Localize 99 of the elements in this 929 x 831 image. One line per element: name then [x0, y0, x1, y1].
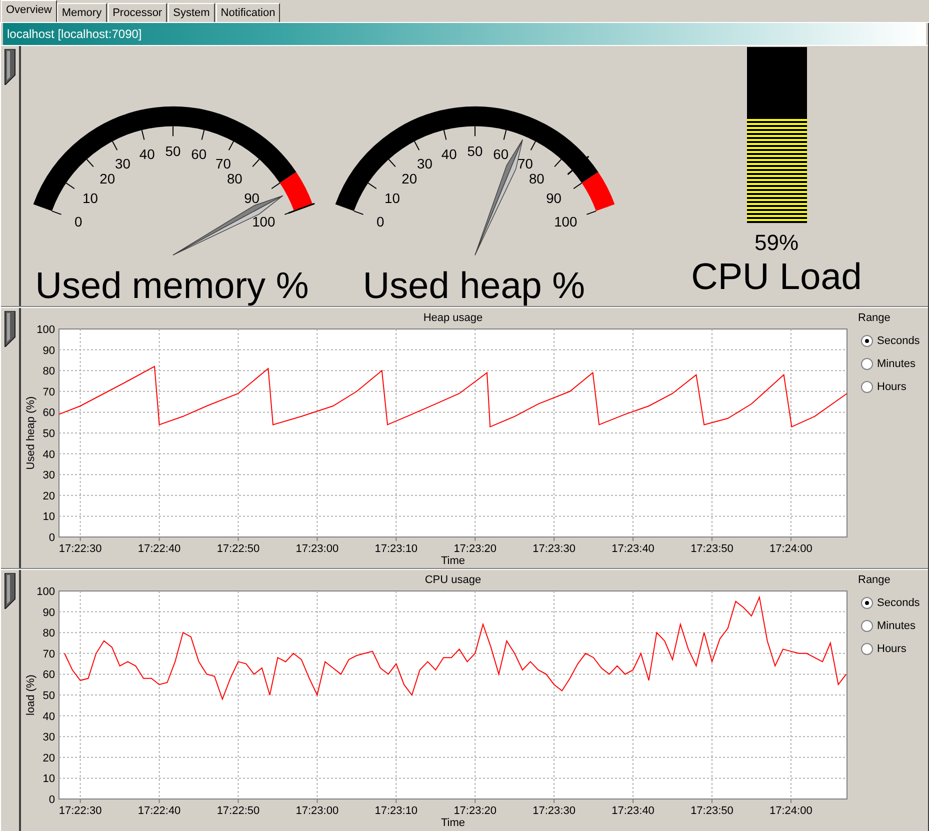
gauge-tick-label: 100	[252, 213, 276, 230]
chart-title: CPU usage	[424, 574, 482, 586]
gauge-tick-label: 30	[115, 156, 130, 172]
y-tick-label: 10	[42, 511, 55, 524]
range-label: Range	[857, 312, 892, 324]
gauge-tick-label: 80	[226, 170, 242, 186]
gauge-tick-label: 20	[100, 170, 116, 186]
radio-button[interactable]	[861, 358, 873, 370]
y-axis-title: Used heap (%)	[25, 396, 37, 470]
splitter-handle[interactable]	[4, 573, 16, 609]
y-tick-label: 10	[42, 773, 55, 786]
gauge-tick-label: 70	[518, 156, 533, 172]
gauge-tick-label: 40	[139, 146, 155, 162]
x-axis-title: Time	[440, 817, 466, 828]
radio-label[interactable]: Hours	[877, 642, 906, 654]
tab[interactable]: Overview	[1, 0, 57, 22]
radio-button[interactable]	[861, 642, 873, 654]
y-axis-title: load (%)	[25, 674, 37, 716]
x-tick-label: 17:23:10	[374, 805, 418, 817]
gauge-tick-label: 100	[554, 213, 578, 230]
y-tick-label: 0	[48, 794, 55, 806]
x-tick-label: 17:23:00	[296, 805, 339, 817]
gauge-tick-label: 40	[441, 146, 457, 162]
gauge-title: Used memory %	[35, 266, 309, 306]
x-tick-label: 17:23:30	[532, 543, 576, 555]
y-tick-label: 30	[42, 732, 55, 744]
x-tick-label: 17:22:30	[58, 543, 102, 555]
x-tick-label: 17:24:00	[770, 543, 812, 555]
x-tick-label: 17:23:40	[612, 543, 654, 555]
gauge-tick-label: 90	[546, 190, 562, 206]
radio-label[interactable]: Minutes	[877, 358, 916, 370]
tab[interactable]: Memory	[56, 3, 107, 22]
gauge-tick-label: 0	[376, 213, 384, 230]
radio-button[interactable]	[861, 380, 873, 392]
y-tick-label: 60	[42, 669, 55, 682]
tab[interactable]: System	[168, 3, 215, 22]
x-tick-label: 17:23:10	[374, 543, 418, 555]
gauge-tick-label: 20	[402, 170, 418, 186]
gauge-tick-label: 50	[467, 143, 483, 159]
cpu-load-reading: 59%	[754, 229, 799, 257]
x-tick-label: 17:24:00	[770, 805, 812, 817]
x-tick-label: 17:23:00	[296, 543, 339, 555]
gauge-tick-label: 50	[165, 143, 181, 159]
gauge-warning-zone	[280, 172, 313, 212]
x-tick-label: 17:22:30	[58, 805, 102, 817]
x-tick-label: 17:23:20	[454, 805, 497, 817]
y-tick-label: 70	[42, 648, 55, 660]
gauge-tick-label: 30	[417, 156, 432, 172]
radio-label[interactable]: Hours	[877, 380, 906, 392]
y-tick-label: 20	[42, 752, 55, 764]
y-tick-label: 40	[42, 710, 55, 723]
y-tick-label: 80	[42, 366, 55, 378]
radio-button[interactable]	[861, 620, 873, 632]
tab[interactable]: Notification	[216, 3, 280, 22]
x-tick-label: 17:22:50	[216, 805, 260, 817]
x-tick-label: 17:22:40	[138, 805, 181, 817]
gauge-tick-label: 10	[384, 190, 400, 206]
connection-title-bar: localhost [localhost:7090]	[3, 23, 926, 45]
y-tick-label: 90	[42, 606, 55, 619]
tab[interactable]: Processor	[108, 3, 168, 22]
y-tick-label: 30	[42, 470, 55, 482]
gauge-tick-label: 10	[82, 190, 98, 206]
chart-title: Heap usage	[423, 312, 483, 324]
gauge-tick-label: 0	[74, 213, 82, 230]
y-tick-label: 100	[36, 324, 55, 336]
range-label: Range	[857, 574, 892, 586]
gauge-tick-label: 90	[244, 190, 260, 206]
radio-label[interactable]: Seconds	[877, 596, 920, 608]
x-tick-label: 17:22:50	[216, 543, 260, 555]
y-tick-label: 50	[42, 690, 55, 702]
y-tick-label: 90	[42, 344, 55, 357]
gauge-tick-label: 70	[216, 156, 231, 172]
x-tick-label: 17:23:50	[690, 805, 734, 817]
x-tick-label: 17:23:40	[612, 805, 654, 817]
x-tick-label: 17:23:20	[454, 543, 497, 555]
radio-button[interactable]	[861, 334, 873, 346]
y-tick-label: 40	[42, 448, 55, 461]
radio-label[interactable]: Minutes	[877, 620, 916, 632]
gauge-title: Used heap %	[362, 266, 586, 306]
cpu-load-title: CPU Load	[691, 257, 862, 297]
y-tick-label: 80	[42, 628, 55, 640]
y-tick-label: 20	[42, 490, 55, 502]
splitter-handle[interactable]	[4, 49, 16, 85]
gauge-tick-label: 60	[493, 146, 509, 162]
splitter-handle[interactable]	[4, 311, 16, 347]
gauge-warning-zone	[582, 172, 615, 212]
y-tick-label: 70	[42, 386, 55, 398]
y-tick-label: 50	[42, 428, 55, 440]
x-tick-label: 17:22:40	[138, 543, 181, 555]
x-tick-label: 17:23:50	[690, 543, 734, 555]
gauge-tick-label: 80	[528, 170, 544, 186]
x-tick-label: 17:23:30	[532, 805, 576, 817]
y-tick-label: 100	[36, 586, 55, 598]
y-tick-label: 60	[42, 407, 55, 420]
y-tick-label: 0	[48, 532, 55, 544]
x-axis-title: Time	[440, 555, 466, 566]
gauge-tick-label: 60	[191, 146, 207, 162]
radio-button[interactable]	[861, 596, 873, 608]
radio-label[interactable]: Seconds	[877, 334, 920, 346]
